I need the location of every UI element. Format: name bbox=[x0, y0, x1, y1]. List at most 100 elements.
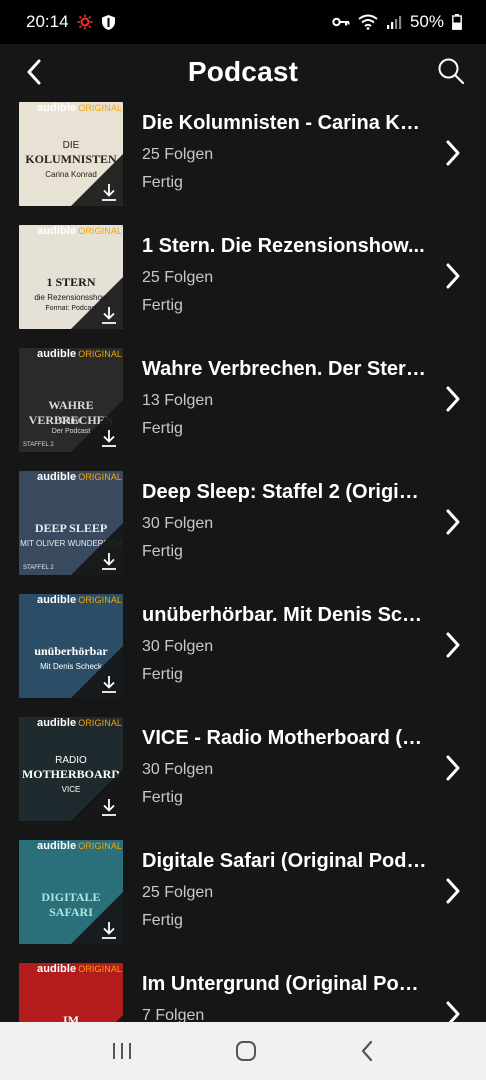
podcast-cover: audible ORIGINAL unüberhörbar Mit Denis Sch… bbox=[19, 594, 123, 698]
status-right: 50% bbox=[332, 12, 462, 32]
cover-brand-name: audible bbox=[37, 963, 77, 975]
status-left: 20:14 bbox=[26, 12, 116, 32]
podcast-title: Wahre Verbrechen. Der Stern... bbox=[142, 358, 430, 380]
cover-brand-original: ORIGINAL bbox=[78, 103, 123, 113]
chevron-right-icon[interactable] bbox=[440, 507, 466, 537]
cover-season: STAFFEL 2 bbox=[23, 442, 54, 448]
podcast-cover: audible ORIGINAL DIE KOLUMNISTEN Carina Konr… bbox=[19, 102, 123, 206]
status-time: 20:14 bbox=[26, 12, 69, 31]
list-item[interactable]: audible ORIGINAL DEEP SLEEP MIT OLIVER WUND… bbox=[0, 469, 486, 592]
cover-brand-name: audible bbox=[37, 471, 77, 483]
chevron-right-icon[interactable] bbox=[440, 999, 466, 1022]
chevron-right-icon[interactable] bbox=[440, 138, 466, 168]
download-corner bbox=[71, 1015, 123, 1022]
podcast-title: Deep Sleep: Staffel 2 (Origina... bbox=[142, 481, 430, 503]
chevron-right-icon[interactable] bbox=[440, 384, 466, 414]
list-item[interactable]: audible ORIGINAL 1 STERN die Rezensionsshow… bbox=[0, 223, 486, 346]
cover-brand-original: ORIGINAL bbox=[78, 718, 123, 728]
episode-count: 25 Folgen bbox=[142, 884, 214, 901]
podcast-cover: audible ORIGINAL 1 STERN die Rezensionsshow… bbox=[19, 225, 123, 329]
cover-brand: audible ORIGINAL bbox=[37, 840, 122, 852]
download-icon bbox=[102, 184, 116, 201]
cover-season: STAFFEL 2 bbox=[23, 565, 54, 571]
cover-brand: audible ORIGINAL bbox=[37, 225, 122, 237]
cover-brand-original: ORIGINAL bbox=[78, 964, 123, 974]
list-item[interactable]: audible ORIGINAL DIGITALE SAFARI Digitale S… bbox=[0, 838, 486, 961]
cover-brand-original: ORIGINAL bbox=[78, 226, 123, 236]
cover-brand: audible ORIGINAL bbox=[37, 348, 122, 360]
chevron-right-icon[interactable] bbox=[440, 876, 466, 906]
episode-count: 25 Folgen bbox=[142, 146, 214, 163]
cover-brand-name: audible bbox=[37, 102, 77, 114]
cover-brand-name: audible bbox=[37, 717, 77, 729]
download-status: Fertig bbox=[142, 297, 183, 314]
cover-brand: audible ORIGINAL bbox=[37, 594, 122, 606]
download-status: Fertig bbox=[142, 912, 183, 929]
key-icon bbox=[332, 17, 350, 27]
cover-prefix: DIE bbox=[62, 140, 80, 151]
download-icon bbox=[102, 307, 116, 324]
cover-brand: audible ORIGINAL bbox=[37, 471, 122, 483]
download-status: Fertig bbox=[142, 543, 183, 560]
podcast-cover: audible ORIGINAL DIGITALE SAFARI bbox=[19, 840, 123, 944]
home-icon[interactable] bbox=[235, 1040, 257, 1062]
chevron-right-icon[interactable] bbox=[440, 753, 466, 783]
page-title: Podcast bbox=[187, 56, 299, 87]
download-icon bbox=[102, 799, 116, 816]
battery-icon bbox=[452, 14, 462, 30]
list-item[interactable]: audible ORIGINAL DIE KOLUMNISTEN Carina Konr… bbox=[0, 100, 486, 223]
status-bar: 20:14 50% bbox=[0, 0, 486, 44]
back-button[interactable] bbox=[20, 56, 48, 88]
list-item[interactable]: audibleORIGINALIM UNTERGRUND Im Untergrun… bbox=[0, 961, 486, 1022]
back-nav-icon[interactable] bbox=[359, 1040, 375, 1062]
chevron-right-icon[interactable] bbox=[440, 630, 466, 660]
podcast-title: VICE - Radio Motherboard (Or... bbox=[142, 727, 430, 749]
download-status: Fertig bbox=[142, 666, 183, 683]
download-icon bbox=[102, 553, 116, 570]
podcast-cover: audible ORIGINAL RADIO MOTHERBOARD VICE bbox=[19, 717, 123, 821]
wifi-icon bbox=[358, 14, 378, 30]
podcast-title: unüberhörbar. Mit Denis Sch... bbox=[142, 604, 430, 626]
podcast-title: Im Untergrund (Original Podc... bbox=[142, 973, 430, 995]
cover-brand-original: ORIGINAL bbox=[78, 472, 123, 482]
recent-apps-icon[interactable] bbox=[111, 1041, 133, 1061]
cover-prefix: RADIO bbox=[55, 755, 87, 766]
podcast-title: Die Kolumnisten - Carina Kon... bbox=[142, 112, 430, 134]
chevron-right-icon[interactable] bbox=[440, 261, 466, 291]
system-nav-bar bbox=[0, 1022, 486, 1080]
download-status: Fertig bbox=[142, 789, 183, 806]
search-icon bbox=[438, 58, 465, 85]
download-icon bbox=[102, 676, 116, 693]
podcast-title: 1 Stern. Die Rezensionshow... bbox=[142, 235, 425, 257]
cover-brand-name: audible bbox=[37, 225, 77, 237]
podcast-cover: audible ORIGINAL DEEP SLEEP MIT OLIVER WUND… bbox=[19, 471, 123, 575]
cover-brand-original: ORIGINAL bbox=[78, 349, 123, 359]
download-status: Fertig bbox=[142, 174, 183, 191]
battery-percent: 50% bbox=[409, 12, 444, 31]
chevron-left-icon bbox=[27, 59, 41, 85]
list-item[interactable]: audible ORIGINAL unüberhörbar Mit Denis Sch… bbox=[0, 592, 486, 715]
search-button[interactable] bbox=[434, 54, 468, 88]
cover-brand-original: ORIGINAL bbox=[78, 595, 123, 605]
cover-brand-name: audible bbox=[37, 840, 77, 852]
list-item[interactable]: audible ORIGINAL RADIO MOTHERBOARD VICE VICE … bbox=[0, 715, 486, 838]
app-bar: Podcast bbox=[0, 44, 486, 100]
podcast-cover: audibleORIGINALIM UNTERGRUND bbox=[19, 963, 123, 1022]
cover-brand: audible ORIGINAL bbox=[37, 102, 122, 114]
episode-count: 30 Folgen bbox=[142, 761, 214, 778]
episode-count: 30 Folgen bbox=[142, 638, 214, 655]
cover-brand-name: audible bbox=[37, 594, 77, 606]
podcast-title: Digitale Safari (Original Podc... bbox=[142, 850, 430, 872]
cover-brand: audible ORIGINAL bbox=[37, 717, 122, 729]
episode-count: 25 Folgen bbox=[142, 269, 214, 286]
notification-sun-icon bbox=[77, 14, 93, 30]
cover-brand: audible ORIGINAL bbox=[37, 963, 122, 975]
shield-icon bbox=[101, 14, 115, 30]
signal-icon bbox=[386, 16, 402, 29]
episode-count: 7 Folgen bbox=[142, 1007, 205, 1022]
cover-brand-original: ORIGINAL bbox=[78, 841, 123, 851]
download-icon bbox=[102, 922, 116, 939]
list-item[interactable]: audible ORIGINAL WAHRE VERBRECHEN Crime Der … bbox=[0, 346, 486, 469]
download-status: Fertig bbox=[142, 420, 183, 437]
podcast-cover: audible ORIGINAL WAHRE VERBRECHEN Crime Der … bbox=[19, 348, 123, 452]
